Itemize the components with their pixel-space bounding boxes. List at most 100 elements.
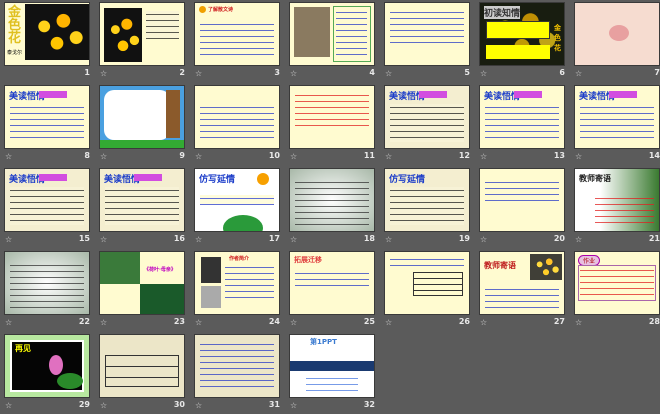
slide-thumbnail[interactable] [194,85,280,149]
star-icon[interactable]: ☆ [195,401,202,410]
slide-cell: 美读悟情 ☆ 13 [479,85,565,165]
star-icon[interactable]: ☆ [290,235,297,244]
slide-thumbnail[interactable] [99,85,185,149]
star-icon[interactable]: ☆ [100,235,107,244]
slide-number: 5 [464,68,470,77]
slide-thumbnail[interactable]: 美读悟情 [479,85,565,149]
star-icon[interactable]: ☆ [385,152,392,161]
star-icon[interactable]: ☆ [195,318,202,327]
slide-thumbnail[interactable]: 美读悟情 [384,85,470,149]
slide-cell: 仿写延情 ☆ 17 [194,168,280,248]
slide-number: 25 [363,317,375,326]
star-icon[interactable]: ☆ [480,152,487,161]
slide-number: 26 [458,317,470,326]
star-icon[interactable]: ☆ [5,235,12,244]
star-icon[interactable]: ☆ [290,401,297,410]
slide-thumbnail[interactable]: 教师寄语 [574,168,660,232]
slide-cell: 作业 ☆ 28 [574,251,660,331]
slide-title: 仿写延情 [199,175,236,185]
slide-thumbnail[interactable]: 《荷叶·母亲》 [99,251,185,315]
slide-cell: 仿写延情 ☆ 19 [384,168,470,248]
star-icon[interactable]: ☆ [290,152,297,161]
slide-title: 再见 [15,344,31,353]
slide-thumbnail[interactable]: 美读悟情 [574,85,660,149]
slide-number: 15 [78,234,90,243]
slide-thumbnail[interactable] [289,168,375,232]
slide-thumbnail[interactable]: 美读悟情 [4,85,90,149]
slide-thumbnail[interactable]: 作业 [574,251,660,315]
star-icon[interactable]: ☆ [575,318,582,327]
star-icon[interactable]: ☆ [480,69,487,78]
slide-thumbnail[interactable] [384,251,470,315]
slide-thumbnail[interactable]: 第1PPT [289,334,375,398]
slide-thumbnail[interactable]: 美读悟情 [4,168,90,232]
slide-thumbnail[interactable] [194,334,280,398]
slide-title: 作者简介 [229,256,250,262]
star-icon[interactable]: ☆ [195,152,202,161]
star-icon[interactable]: ☆ [290,69,297,78]
slide-badge [419,91,447,98]
star-icon[interactable]: ☆ [385,69,392,78]
slide-thumbnail[interactable] [574,2,660,66]
slide-thumbnail[interactable]: 金色花 泰戈尔 [4,2,90,66]
star-icon[interactable]: ☆ [480,235,487,244]
slide-cell: 了解散文诗 ☆ 3 [194,2,280,82]
slide-subtitle: 泰戈尔 [7,50,23,56]
slide-thumbnail[interactable] [289,85,375,149]
star-icon[interactable]: ☆ [5,318,12,327]
slide-number: 21 [648,234,660,243]
slide-thumbnail[interactable]: 拓展迁移 [289,251,375,315]
slide-thumbnail[interactable]: 了解散文诗 [194,2,280,66]
slide-number: 16 [173,234,185,243]
star-icon[interactable]: ☆ [100,69,107,78]
slide-thumbnail[interactable] [289,2,375,66]
slide-thumbnail[interactable] [4,251,90,315]
slide-thumbnail[interactable]: 初读知情 金色花 [479,2,565,66]
slide-number: 14 [648,151,660,160]
slide-number: 10 [268,151,280,160]
slide-cell: ☆ 9 [99,85,185,165]
slide-number: 28 [648,317,660,326]
star-icon[interactable]: ☆ [100,152,107,161]
slide-thumbnail[interactable]: 仿写延情 [194,168,280,232]
slide-number: 9 [179,151,185,160]
star-icon[interactable]: ☆ [385,318,392,327]
star-icon[interactable]: ☆ [575,235,582,244]
star-icon[interactable]: ☆ [100,401,107,410]
slide-thumbnail[interactable] [99,2,185,66]
slide-thumbnail[interactable]: 教师寄语 [479,251,565,315]
slide-number: 27 [553,317,565,326]
slide-number: 1 [84,68,90,77]
slide-title: 《荷叶·母亲》 [144,267,176,273]
slide-cell: ☆ 4 [289,2,375,82]
slide-cell: ☆ 18 [289,168,375,248]
star-icon[interactable]: ☆ [5,401,12,410]
star-icon[interactable]: ☆ [480,318,487,327]
star-icon[interactable]: ☆ [100,318,107,327]
star-icon[interactable]: ☆ [385,235,392,244]
star-icon[interactable]: ☆ [575,69,582,78]
star-icon[interactable]: ☆ [195,235,202,244]
slide-cell: ☆ 20 [479,168,565,248]
slide-cell: ☆ 7 [574,2,660,82]
slide-thumbnail[interactable]: 美读悟情 [99,168,185,232]
star-icon[interactable]: ☆ [575,152,582,161]
slide-cell: 拓展迁移 ☆ 25 [289,251,375,331]
slide-number: 18 [363,234,375,243]
star-icon[interactable]: ☆ [195,69,202,78]
slide-cell: ☆ 30 [99,334,185,414]
slide-cell: 美读悟情 ☆ 16 [99,168,185,248]
slide-thumbnail[interactable] [384,2,470,66]
star-icon[interactable]: ☆ [5,152,12,161]
slide-thumbnail[interactable] [479,168,565,232]
slide-thumbnail[interactable]: 仿写延情 [384,168,470,232]
slide-thumbnail[interactable] [99,334,185,398]
slide-thumbnail[interactable]: 作者简介 [194,251,280,315]
slide-number: 2 [179,68,185,77]
slide-number: 17 [268,234,280,243]
slide-number: 7 [654,68,660,77]
slide-number: 20 [553,234,565,243]
slide-thumbnail[interactable]: 再见 [4,334,90,398]
star-icon[interactable]: ☆ [290,318,297,327]
slide-number: 11 [363,151,375,160]
